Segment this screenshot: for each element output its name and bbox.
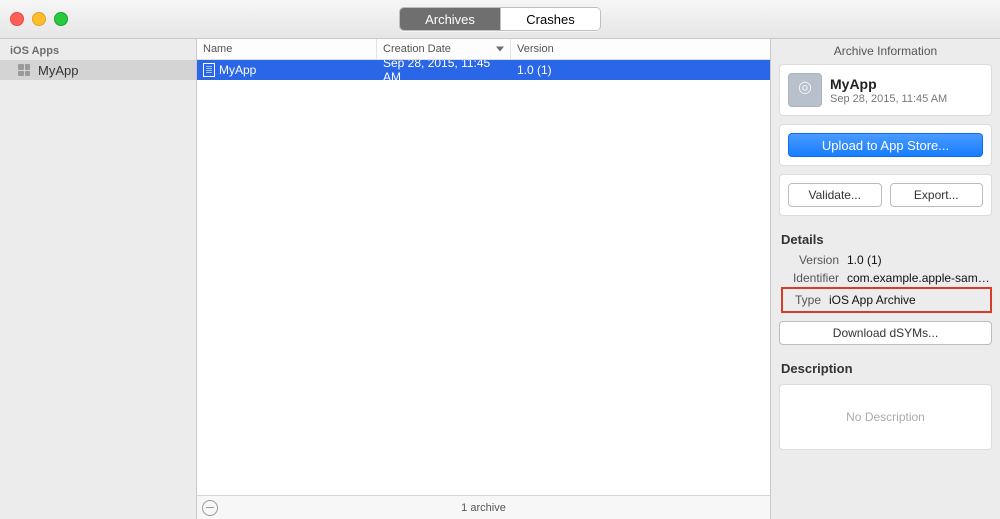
- archive-name: MyApp: [830, 76, 947, 92]
- column-header-creation-date[interactable]: Creation Date: [377, 39, 511, 59]
- validate-export-panel: Validate... Export...: [779, 174, 992, 216]
- detail-version-key: Version: [783, 253, 839, 267]
- list-footer: 1 archive: [197, 495, 770, 519]
- cell-name: MyApp: [219, 63, 256, 77]
- archive-date: Sep 28, 2015, 11:45 AM: [830, 93, 947, 105]
- sidebar-item-label: MyApp: [38, 63, 78, 78]
- cell-date: Sep 28, 2015, 11:45 AM: [383, 60, 505, 84]
- sidebar-section-header: iOS Apps: [0, 39, 196, 60]
- inspector: Archive Information MyApp Sep 28, 2015, …: [771, 39, 1000, 519]
- export-button[interactable]: Export...: [890, 183, 984, 207]
- inspector-title: Archive Information: [771, 39, 1000, 64]
- archive-list: Name Creation Date Version MyApp Sep 28,…: [197, 39, 771, 519]
- sidebar: iOS Apps MyApp: [0, 39, 197, 519]
- cell-version: 1.0 (1): [517, 63, 552, 77]
- list-body: MyApp Sep 28, 2015, 11:45 AM 1.0 (1): [197, 60, 770, 495]
- sidebar-item-myapp[interactable]: MyApp: [0, 60, 196, 80]
- archive-icon: [788, 73, 822, 107]
- detail-version: Version 1.0 (1): [783, 251, 992, 269]
- archive-summary-panel: MyApp Sep 28, 2015, 11:45 AM: [779, 64, 992, 116]
- minimize-window-button[interactable]: [32, 12, 46, 26]
- validate-button[interactable]: Validate...: [788, 183, 882, 207]
- detail-type-val: iOS App Archive: [829, 293, 916, 307]
- description-section-label: Description: [781, 361, 990, 376]
- description-box[interactable]: No Description: [779, 384, 992, 450]
- download-dsyms-button[interactable]: Download dSYMs...: [779, 321, 992, 345]
- column-header-name[interactable]: Name: [197, 39, 377, 59]
- segmented-control: Archives Crashes: [399, 7, 601, 31]
- detail-type-highlight: Type iOS App Archive: [781, 287, 992, 313]
- archive-count: 1 archive: [197, 502, 770, 514]
- detail-type-key: Type: [787, 293, 821, 307]
- details-section-label: Details: [781, 232, 990, 247]
- detail-identifier-val: com.example.apple-sam…: [847, 271, 992, 285]
- app-grid-icon: [16, 62, 32, 78]
- upload-button[interactable]: Upload to App Store...: [788, 133, 983, 157]
- detail-identifier-key: Identifier: [783, 271, 839, 285]
- description-placeholder: No Description: [846, 410, 925, 424]
- table-row[interactable]: MyApp Sep 28, 2015, 11:45 AM 1.0 (1): [197, 60, 770, 80]
- detail-identifier: Identifier com.example.apple-sam…: [783, 269, 992, 287]
- tab-archives[interactable]: Archives: [400, 8, 500, 30]
- tab-crashes[interactable]: Crashes: [500, 8, 600, 30]
- column-header-version[interactable]: Version: [511, 39, 770, 59]
- list-header: Name Creation Date Version: [197, 39, 770, 60]
- close-window-button[interactable]: [10, 12, 24, 26]
- title-bar: Archives Crashes: [0, 0, 1000, 39]
- zoom-window-button[interactable]: [54, 12, 68, 26]
- window-controls: [10, 12, 68, 26]
- upload-panel: Upload to App Store...: [779, 124, 992, 166]
- detail-version-val: 1.0 (1): [847, 253, 992, 267]
- document-icon: [203, 63, 215, 77]
